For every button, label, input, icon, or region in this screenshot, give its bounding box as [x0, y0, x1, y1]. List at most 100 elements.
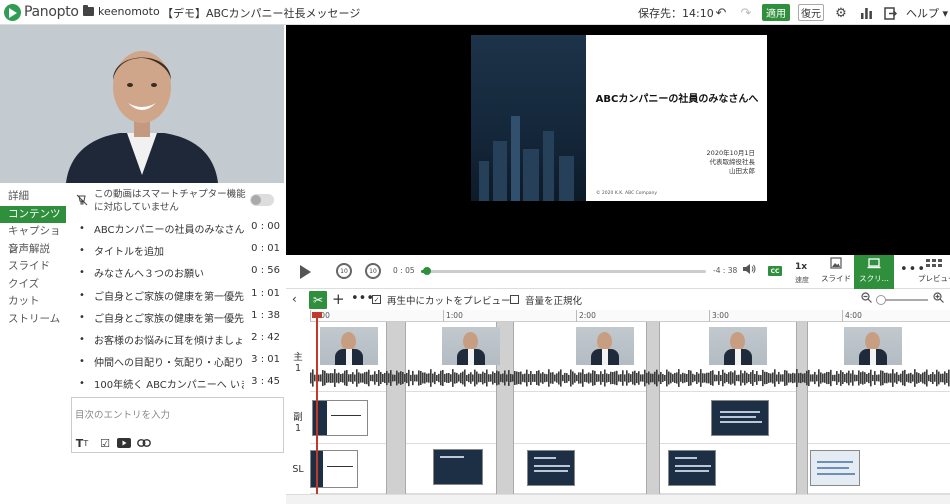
slides-view-label: スライド — [821, 274, 851, 283]
slide-presenter-name: 山田太郎 — [729, 167, 755, 175]
nav-item-cuts[interactable]: カット — [0, 293, 70, 311]
chevron-left-icon[interactable]: ‹ — [292, 292, 297, 306]
zoom-out-icon[interactable] — [861, 292, 872, 306]
primary-video-thumbnail — [709, 327, 767, 365]
nav-item-audio-description[interactable]: 音声解説 — [0, 241, 70, 259]
panopto-logo-icon — [4, 3, 21, 21]
cut-segment[interactable] — [646, 322, 660, 494]
current-time: 0 : 05 — [393, 266, 415, 275]
nav-item-streams[interactable]: ストリーム — [0, 311, 70, 329]
secondary-slide-thumbnail — [711, 400, 769, 436]
link-icon[interactable] — [136, 436, 152, 450]
nav-item-captions[interactable]: キャプション — [0, 223, 70, 255]
primary-video-thumbnail — [320, 327, 378, 365]
screen-view-label: スクリ... — [859, 274, 889, 283]
cut-segment[interactable] — [796, 322, 808, 494]
toc-entry[interactable]: • タイトルを追加 0 : 01 — [75, 240, 283, 262]
slide-thumbnail[interactable] — [433, 449, 483, 485]
timeline-ruler[interactable]: 0:00 1:00 2:00 3:00 4:00 — [310, 310, 950, 322]
toc-entry[interactable]: •仲間への目配り・気配り・心配りを！3 : 01 — [75, 351, 283, 373]
toc-entry-time: 1 : 01 — [251, 287, 280, 299]
nav-item-slides[interactable]: スライド — [0, 258, 70, 276]
zoom-slider-knob[interactable] — [876, 295, 886, 305]
forward-10-icon[interactable]: 10 — [365, 263, 381, 279]
primary-video-thumbnail — [576, 327, 634, 365]
scissors-icon[interactable]: ✂ — [309, 291, 327, 309]
ruler-tick-label: 4:00 — [845, 311, 862, 320]
volume-icon[interactable] — [742, 263, 756, 278]
toc-entry-time: 0 : 00 — [251, 221, 280, 232]
toc-entry-time: 2 : 42 — [251, 331, 280, 343]
toc-entry-input[interactable] — [72, 398, 283, 432]
toc-entry[interactable]: •お客様のお悩みに耳を傾けましょう！2 : 42 — [75, 329, 283, 351]
toc-entry-time: 3 : 01 — [251, 354, 280, 366]
slide-thumbnail[interactable] — [810, 450, 860, 486]
publish-button[interactable]: 適用 — [762, 4, 790, 21]
toc-entry[interactable]: • みなさんへ３つのお願い 0 : 56 — [75, 262, 283, 284]
add-icon[interactable]: + — [332, 291, 345, 307]
speed-label: 速度 — [795, 276, 809, 284]
ruler-tick-label: 2:00 — [579, 311, 596, 320]
logo-text: Panopto — [24, 4, 79, 20]
slides-view-button[interactable]: スライド — [818, 257, 854, 285]
toc-entry-editor: TT ☑ — [71, 397, 284, 453]
toc-entry[interactable]: • 100年続く ABCカンパニーへ いまこ 3 : 45 — [75, 373, 283, 395]
revert-button[interactable]: 復元 — [798, 4, 824, 21]
toc-entry-title: みなさんへ３つのお願い — [94, 269, 204, 281]
nav-item-quiz[interactable]: クイズ — [0, 276, 70, 294]
text-format-icon[interactable]: TT — [74, 436, 90, 450]
toc-entry-title: ご自身とご家族の健康を第一優先に — [94, 291, 244, 303]
zoom-in-icon[interactable] — [933, 292, 944, 306]
editor-side-nav: 詳細 コンテンツ キャプション 音声解説 スライド クイズ カット ストリーム — [0, 188, 70, 328]
normalize-volume-checkbox[interactable] — [510, 295, 519, 304]
preview-cuts-checkbox[interactable]: ✓ — [372, 295, 381, 304]
redo-icon[interactable]: ↷ — [738, 5, 754, 21]
remaining-time: -4 : 38 — [713, 266, 738, 275]
playhead-handle[interactable] — [312, 312, 322, 318]
cut-segment[interactable] — [386, 322, 406, 494]
audio-waveform — [310, 369, 950, 387]
preview-button[interactable]: プレビュー — [918, 257, 950, 285]
exit-icon[interactable] — [882, 5, 898, 21]
preview-label: プレビュー — [918, 274, 950, 283]
city-night-image — [471, 35, 586, 201]
screen-view-button[interactable]: スクリ... — [854, 255, 894, 289]
folder-name[interactable]: keenomoto — [98, 5, 160, 18]
slides-track-label: SL — [292, 464, 304, 475]
toc-entry[interactable]: •ご自身とご家族の健康を第一優先に！1 : 38 — [75, 307, 283, 329]
toc-entry-time: 0 : 01 — [251, 243, 280, 255]
help-menu[interactable]: ヘルプ ▾ — [906, 5, 948, 21]
primary-video-thumbnail — [844, 327, 902, 365]
normalize-volume-label[interactable]: 音量を正規化 — [525, 293, 582, 307]
speed-value[interactable]: 1x — [795, 262, 807, 272]
undo-icon[interactable]: ↶ — [713, 5, 729, 21]
closed-captions-button[interactable]: CC — [768, 266, 782, 276]
timeline-playhead[interactable] — [316, 312, 318, 502]
progress-bar[interactable] — [421, 267, 706, 275]
secondary-track[interactable] — [310, 392, 950, 444]
toc-entry-title: ご自身とご家族の健康を第一優先に！ — [94, 313, 244, 325]
panopto-logo[interactable]: Panopto — [4, 3, 79, 21]
settings-gear-icon[interactable]: ⚙ — [833, 5, 849, 21]
slide-thumbnail[interactable] — [527, 450, 575, 486]
youtube-icon[interactable] — [116, 436, 132, 450]
nav-item-details[interactable]: 詳細 — [0, 188, 70, 206]
slide-thumbnail[interactable] — [668, 450, 716, 486]
timeline-horizontal-scrollbar[interactable] — [286, 494, 950, 504]
toc-entry-time: 0 : 56 — [251, 265, 280, 277]
progress-knob[interactable] — [422, 267, 431, 275]
edit-more-icon[interactable]: ••• — [351, 291, 374, 306]
nav-item-contents[interactable]: コンテンツ — [0, 205, 66, 223]
checklist-icon[interactable]: ☑ — [97, 436, 113, 450]
stats-chart-icon[interactable] — [858, 5, 874, 21]
save-status: 保存先：14:10 — [638, 7, 714, 20]
rewind-10-icon[interactable]: 10 — [336, 263, 352, 279]
toc-entry[interactable]: • ABCカンパニーの社員のみなさんへ 0 : 00 — [75, 218, 283, 240]
smart-chapter-toggle[interactable] — [250, 194, 274, 206]
video-title: 【デモ】ABCカンパニー社長メッセージ — [162, 7, 361, 20]
primary-video-thumbnail — [442, 327, 500, 365]
toc-entry[interactable]: • ご自身とご家族の健康を第一優先に 1 : 01 — [75, 285, 283, 307]
ruler-tick-label: 1:00 — [446, 311, 463, 320]
preview-cuts-label[interactable]: 再生中にカットをプレビュー — [387, 293, 511, 307]
play-icon[interactable] — [300, 265, 311, 279]
